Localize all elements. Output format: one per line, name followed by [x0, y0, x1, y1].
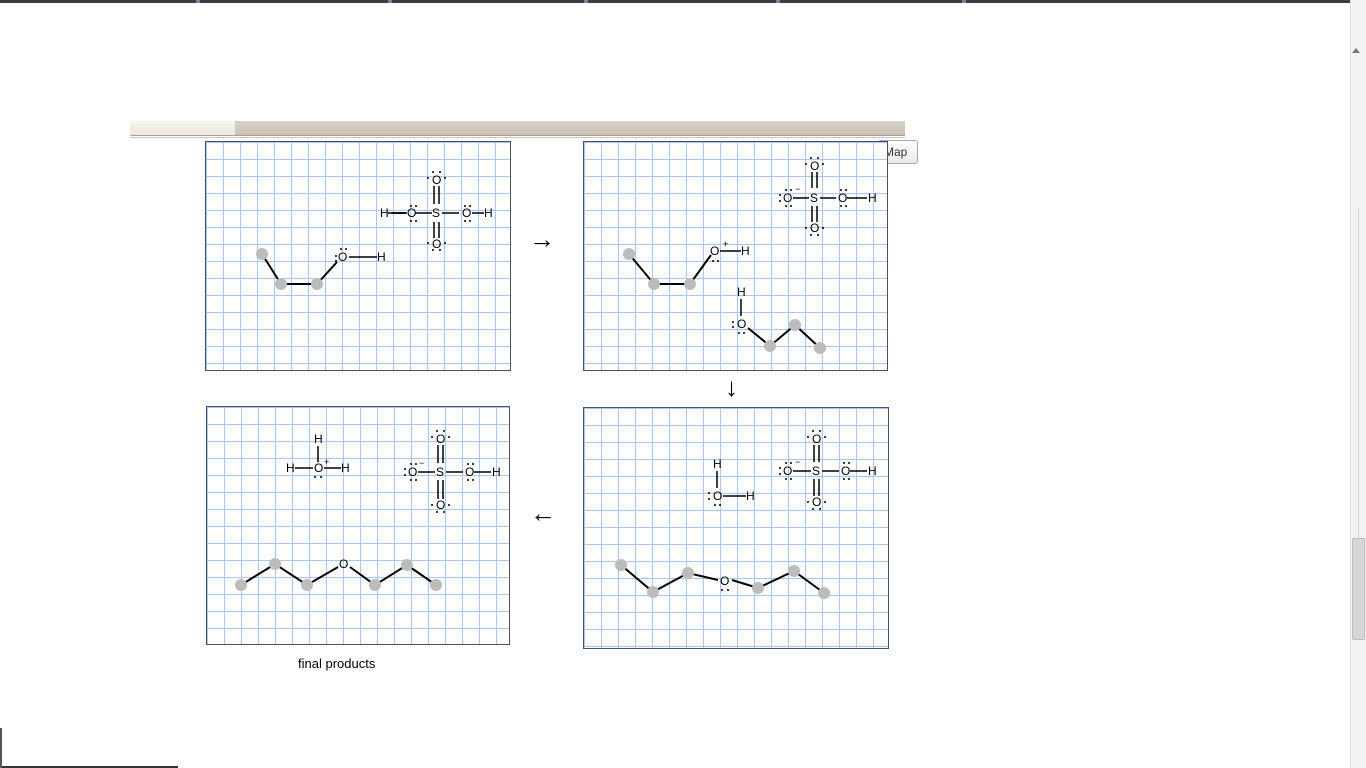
reaction-arrow-left: ←	[530, 498, 556, 528]
atom-O: O	[436, 432, 445, 446]
bisulfate-molecule-2: O S O H O O −	[779, 430, 877, 510]
atom-H: H	[737, 285, 746, 299]
atom-O: O	[810, 159, 819, 173]
drawing-panel-1[interactable]: H O S O H O O O H	[205, 141, 511, 371]
atom-H: H	[741, 244, 750, 258]
sulfuric-acid-molecule: H O S O H O O	[380, 171, 493, 251]
charge-plus: +	[723, 239, 728, 249]
atom-O: O	[465, 465, 474, 479]
drawing-panel-final[interactable]: H O + H H O S O H O O − O	[206, 406, 510, 645]
tab-separator	[388, 0, 392, 3]
atom-O: O	[432, 237, 441, 251]
atom-H: H	[314, 432, 323, 446]
atom-O: O	[710, 244, 719, 258]
divider	[130, 137, 905, 138]
atom-S: S	[812, 464, 820, 478]
atom-O: O	[812, 495, 821, 509]
atom-H: H	[868, 191, 877, 205]
charge-plus: +	[324, 457, 329, 467]
scroll-up-arrow-icon[interactable]	[1352, 48, 1360, 53]
atom-H: H	[377, 250, 386, 264]
atom-H: H	[868, 464, 877, 478]
charge-minus: −	[795, 184, 800, 194]
dipropyl-ether-molecule: O	[235, 557, 442, 591]
atom-H: H	[380, 206, 389, 220]
atom-O: O	[338, 250, 347, 264]
drawing-panel-3[interactable]: O S O H O O − H O H O	[583, 407, 889, 649]
atom-H: H	[286, 461, 295, 475]
atom-S: S	[432, 206, 440, 220]
atom-O: O	[339, 557, 348, 571]
tab-separator	[584, 0, 588, 3]
atom-O: O	[810, 221, 819, 235]
atom-H: H	[746, 489, 755, 503]
atom-O: O	[841, 464, 850, 478]
atom-O: O	[432, 173, 441, 187]
atom-S: S	[810, 191, 818, 205]
structure-canvas-2: O S O H O O − O + H H O	[623, 157, 877, 354]
structure-canvas-3: O S O H O O − H O H O	[615, 430, 877, 599]
propanol-molecule-2: H O	[732, 285, 826, 354]
bisulfate-molecule-final: O S O H O O −	[404, 430, 501, 513]
atom-H: H	[492, 465, 501, 479]
atom-O: O	[783, 464, 792, 478]
atom-H: H	[341, 461, 350, 475]
widget-tab[interactable]	[130, 121, 235, 135]
water-molecule: H O H	[708, 457, 755, 506]
window-edge	[0, 728, 2, 768]
atom-O: O	[737, 317, 746, 331]
structure-canvas-final: H O + H H O S O H O O − O	[235, 430, 501, 591]
widget-tab-bar	[130, 121, 905, 138]
drawing-panel-2[interactable]: O S O H O O − O + H H O	[583, 141, 888, 371]
tab-separator	[196, 0, 200, 3]
atom-O: O	[720, 574, 729, 588]
structure-canvas-1: H O S O H O O O H	[256, 171, 493, 290]
tab-separator	[776, 0, 780, 3]
atom-H: H	[484, 206, 493, 220]
atom-O: O	[436, 498, 445, 512]
atom-O: O	[408, 465, 417, 479]
protonated-propanol: O + H	[623, 239, 750, 290]
atom-O: O	[314, 461, 323, 475]
hydronium-molecule: H O + H H	[286, 432, 350, 478]
scrollbar-inner-track	[1358, 208, 1366, 538]
reaction-arrow-down: ↓	[725, 372, 738, 402]
tab-separator	[962, 0, 966, 3]
reaction-arrow-right: →	[529, 224, 555, 254]
atom-O: O	[462, 206, 471, 220]
propanol-molecule: O H	[256, 248, 386, 290]
atom-O: O	[407, 206, 416, 220]
final-products-caption: final products	[298, 656, 376, 671]
scrollbar-thumb[interactable]	[1352, 538, 1365, 640]
charge-minus: −	[419, 458, 424, 468]
ether-chain: O	[615, 559, 830, 599]
charge-minus: −	[795, 457, 800, 467]
browser-top-bar	[0, 0, 1366, 3]
atom-O: O	[783, 191, 792, 205]
atom-O: O	[812, 432, 821, 446]
atom-S: S	[436, 465, 444, 479]
atom-O: O	[838, 191, 847, 205]
atom-H: H	[713, 457, 722, 471]
bisulfate-molecule: O S O H O O −	[779, 157, 877, 236]
atom-O: O	[713, 489, 722, 503]
